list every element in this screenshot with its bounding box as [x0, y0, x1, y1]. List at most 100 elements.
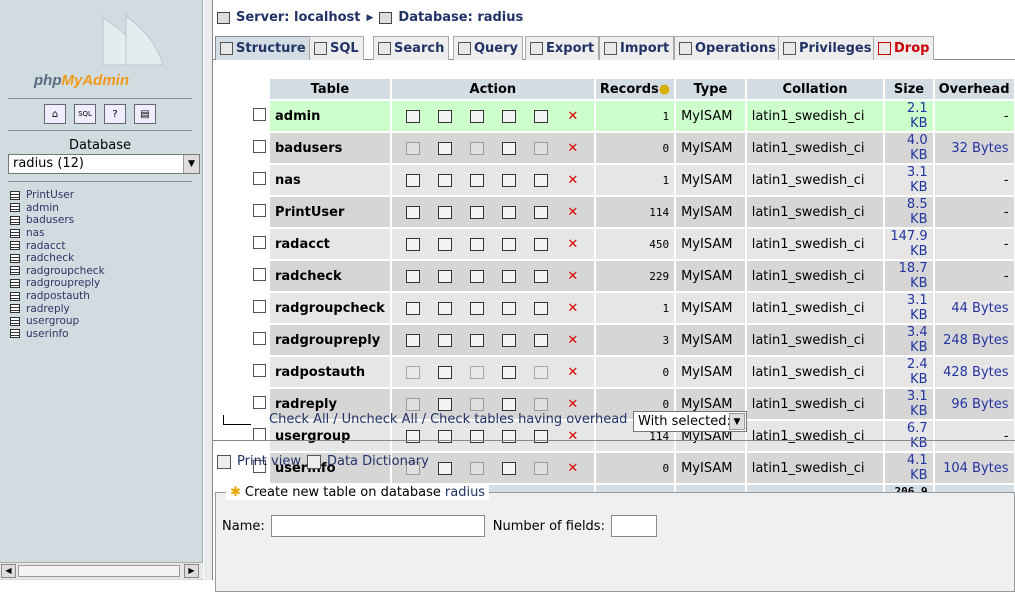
size-link[interactable]: 4.0 KB: [885, 133, 933, 163]
size-link[interactable]: 2.4 KB: [885, 357, 933, 387]
size-link[interactable]: 3.1 KB: [885, 389, 933, 419]
sidebar-item-radreply[interactable]: radreply: [10, 302, 105, 315]
database-select[interactable]: radius (12) ▼: [8, 154, 200, 174]
sidebar-item-printuser[interactable]: PrintUser: [10, 189, 105, 202]
structure-icon[interactable]: [429, 461, 461, 476]
insert-icon[interactable]: [493, 269, 525, 284]
sidebar-item-radgroupreply[interactable]: radgroupreply: [10, 277, 105, 290]
table-name-link[interactable]: badusers: [270, 133, 390, 163]
sidebar-item-radpostauth[interactable]: radpostauth: [10, 290, 105, 303]
drop-icon[interactable]: ✕: [557, 205, 589, 220]
tab-sql[interactable]: SQL: [309, 36, 364, 60]
sidebar-item-radgroupcheck[interactable]: radgroupcheck: [10, 265, 105, 278]
drop-icon[interactable]: ✕: [557, 237, 589, 252]
help-icon[interactable]: ?: [104, 104, 126, 124]
browse-icon[interactable]: [397, 237, 429, 252]
uncheck-all-link[interactable]: Uncheck All: [342, 412, 418, 427]
size-link[interactable]: 3.4 KB: [885, 325, 933, 355]
size-link[interactable]: 18.7 KB: [885, 261, 933, 291]
search-icon[interactable]: [461, 237, 493, 252]
drop-icon[interactable]: ✕: [557, 109, 589, 124]
check-all-link[interactable]: Check All: [269, 412, 329, 427]
structure-icon[interactable]: [429, 109, 461, 124]
row-checkbox[interactable]: [251, 261, 268, 291]
size-link[interactable]: 6.7 KB: [885, 421, 933, 451]
size-link[interactable]: 3.1 KB: [885, 293, 933, 323]
table-name-link[interactable]: PrintUser: [270, 197, 390, 227]
row-checkbox[interactable]: [251, 165, 268, 195]
row-checkbox[interactable]: [251, 229, 268, 259]
table-row[interactable]: radgroupcheck ✕ 1 MyISAM latin1_swedish_ci 3.…: [251, 293, 1014, 323]
structure-icon[interactable]: [429, 141, 461, 156]
table-row[interactable]: radacct ✕ 450 MyISAM latin1_swedish_ci 147.9 …: [251, 229, 1014, 259]
size-link[interactable]: 2.1 KB: [885, 101, 933, 131]
structure-icon[interactable]: [429, 397, 461, 412]
overhead-link[interactable]: 32 Bytes: [934, 133, 1014, 163]
table-name-link[interactable]: radgroupreply: [270, 325, 390, 355]
insert-icon[interactable]: [493, 365, 525, 380]
sidebar-item-usergroup[interactable]: usergroup: [10, 315, 105, 328]
insert-icon[interactable]: [493, 109, 525, 124]
drop-icon[interactable]: ✕: [557, 269, 589, 284]
empty-icon[interactable]: [525, 397, 557, 412]
frame-splitter[interactable]: [203, 0, 213, 580]
scroll-right-icon[interactable]: ▶: [184, 564, 199, 578]
browse-icon[interactable]: [397, 205, 429, 220]
insert-icon[interactable]: [493, 333, 525, 348]
drop-icon[interactable]: ✕: [557, 141, 589, 156]
overhead-link[interactable]: 104 Bytes: [934, 453, 1014, 483]
row-checkbox[interactable]: [251, 101, 268, 131]
drop-icon[interactable]: ✕: [557, 173, 589, 188]
insert-icon[interactable]: [493, 205, 525, 220]
tab-structure[interactable]: Structure: [215, 36, 311, 60]
col-table[interactable]: Table: [270, 79, 390, 99]
insert-icon[interactable]: [493, 141, 525, 156]
phpmyadmin-logo[interactable]: phpMyAdmin: [8, 10, 194, 90]
browse-icon[interactable]: [397, 333, 429, 348]
search-icon[interactable]: [461, 141, 493, 156]
search-icon[interactable]: [461, 429, 493, 444]
sidebar-item-admin[interactable]: admin: [10, 202, 105, 215]
table-row[interactable]: radpostauth ✕ 0 MyISAM latin1_swedish_ci 2.4 …: [251, 357, 1014, 387]
empty-icon[interactable]: [525, 461, 557, 476]
drop-icon[interactable]: ✕: [557, 397, 589, 412]
empty-icon[interactable]: [525, 429, 557, 444]
overhead-link[interactable]: 44 Bytes: [934, 293, 1014, 323]
table-row[interactable]: radgroupreply ✕ 3 MyISAM latin1_swedish_ci 3.…: [251, 325, 1014, 355]
browse-icon[interactable]: [397, 365, 429, 380]
size-link[interactable]: 4.1 KB: [885, 453, 933, 483]
row-checkbox[interactable]: [251, 133, 268, 163]
empty-icon[interactable]: [525, 269, 557, 284]
sidebar-item-radacct[interactable]: radacct: [10, 239, 105, 252]
print-view-link[interactable]: Print view: [237, 454, 301, 469]
drop-icon[interactable]: ✕: [557, 301, 589, 316]
horizontal-scrollbar[interactable]: ◀ ▶: [0, 562, 203, 579]
drop-icon[interactable]: ✕: [557, 333, 589, 348]
empty-icon[interactable]: [525, 205, 557, 220]
scroll-left-icon[interactable]: ◀: [1, 564, 16, 578]
check-overhead-link[interactable]: Check tables having overhead: [430, 412, 627, 427]
table-name-link[interactable]: admin: [270, 101, 390, 131]
empty-icon[interactable]: [525, 109, 557, 124]
tab-drop[interactable]: Drop: [873, 36, 935, 60]
drop-icon[interactable]: ✕: [557, 365, 589, 380]
browse-icon[interactable]: [397, 429, 429, 444]
home-icon[interactable]: ⌂: [44, 104, 66, 124]
breadcrumb-database[interactable]: Database: radius: [398, 10, 523, 25]
search-icon[interactable]: [461, 333, 493, 348]
structure-icon[interactable]: [429, 205, 461, 220]
empty-icon[interactable]: [525, 173, 557, 188]
sidebar-item-badusers[interactable]: badusers: [10, 214, 105, 227]
tab-query[interactable]: Query: [453, 36, 524, 60]
search-icon[interactable]: [461, 205, 493, 220]
table-row[interactable]: PrintUser ✕ 114 MyISAM latin1_swedish_ci 8.5 …: [251, 197, 1014, 227]
empty-icon[interactable]: [525, 141, 557, 156]
structure-icon[interactable]: [429, 429, 461, 444]
browse-icon[interactable]: [397, 141, 429, 156]
table-name-link[interactable]: nas: [270, 165, 390, 195]
empty-icon[interactable]: [525, 333, 557, 348]
insert-icon[interactable]: [493, 173, 525, 188]
table-row[interactable]: admin ✕ 1 MyISAM latin1_swedish_ci 2.1 KB -: [251, 101, 1014, 131]
search-icon[interactable]: [461, 461, 493, 476]
search-icon[interactable]: [461, 397, 493, 412]
